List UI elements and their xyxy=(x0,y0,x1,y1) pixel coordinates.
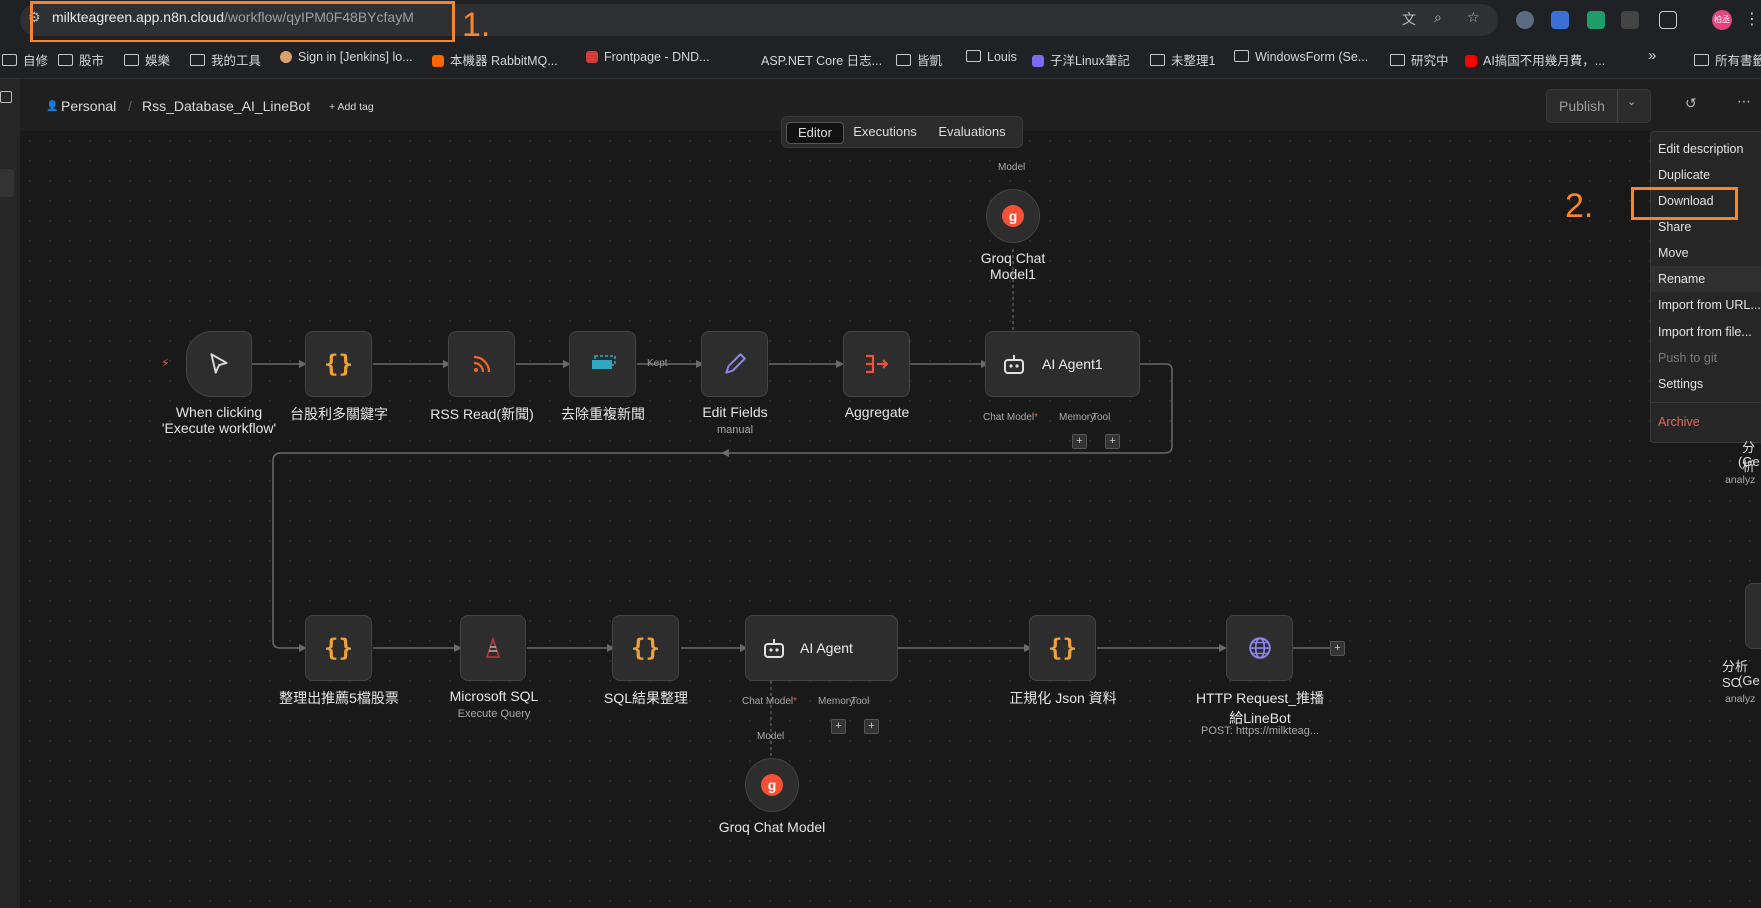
node-title: Aggregate xyxy=(844,404,910,420)
node-title: 正規化 Json 資料 xyxy=(1009,690,1117,706)
dedupe-icon xyxy=(570,332,635,396)
node-title: Microsoft SQL xyxy=(449,688,539,704)
port-label-tool: Tool xyxy=(851,696,870,707)
globe-icon xyxy=(1227,616,1292,680)
port-label-memory: Memory xyxy=(1059,412,1096,423)
partial-node[interactable] xyxy=(1745,583,1761,649)
node-groq-chat-model[interactable]: g xyxy=(745,758,799,812)
node-subtitle: Execute Query xyxy=(457,708,531,720)
node-microsoft-sql[interactable] xyxy=(460,615,526,681)
aggregate-icon xyxy=(844,332,909,396)
node-title: HTTP Request_推播 給LineBot xyxy=(1195,690,1325,726)
node-title: SQL結果整理 xyxy=(603,690,688,706)
node-http-request[interactable] xyxy=(1226,615,1293,681)
add-memory-button[interactable]: + xyxy=(1072,434,1087,449)
partial-node-title: (Ge xyxy=(1738,673,1760,688)
node-code-keywords[interactable]: {} xyxy=(305,331,372,397)
partial-node-title: (Ge xyxy=(1738,454,1760,469)
code-braces-icon: {} xyxy=(1048,634,1077,662)
code-braces-icon: {} xyxy=(631,634,660,662)
node-ai-agent1[interactable]: AI Agent1 xyxy=(985,331,1140,397)
rss-icon xyxy=(449,332,514,396)
port-label-chat-model: Chat Model* xyxy=(742,696,798,707)
database-icon xyxy=(461,616,525,680)
node-code-sql-result[interactable]: {} xyxy=(612,615,679,681)
edge-label-kept: Kept xyxy=(647,358,668,369)
pencil-icon xyxy=(702,332,767,396)
node-title: AI Agent xyxy=(800,640,853,656)
node-code-top5[interactable]: {} xyxy=(305,615,372,681)
node-title: 整理出推薦5檔股票 xyxy=(279,690,399,706)
node-title: Groq Chat Model xyxy=(718,819,826,835)
add-tool-button[interactable]: + xyxy=(864,719,879,734)
node-title: 台股利多關鍵字 xyxy=(290,406,388,422)
port-label-chat-model: Chat Model* xyxy=(983,412,1039,423)
port-label-model: Model xyxy=(757,731,785,742)
node-title: RSS Read(新聞) xyxy=(430,406,534,422)
add-tool-button[interactable]: + xyxy=(1105,434,1120,449)
node-title: When clicking 'Execute workflow' xyxy=(161,404,277,436)
robot-icon xyxy=(1002,354,1026,381)
trigger-bolt-icon: ⚡ xyxy=(161,356,170,370)
code-braces-icon: {} xyxy=(324,350,353,378)
partial-node-subtitle: analyz xyxy=(1725,474,1756,486)
node-code-normalize-json[interactable]: {} xyxy=(1029,615,1096,681)
node-title: Groq Chat Model1 xyxy=(980,250,1046,282)
port-label-memory: Memory xyxy=(818,696,855,707)
cursor-icon xyxy=(187,332,251,396)
node-title: AI Agent1 xyxy=(1042,356,1103,372)
node-rss-read[interactable] xyxy=(448,331,515,397)
code-braces-icon: {} xyxy=(324,634,353,662)
node-manual-trigger[interactable] xyxy=(186,331,252,397)
groq-icon: g xyxy=(761,774,783,796)
node-edit-fields[interactable] xyxy=(701,331,768,397)
groq-icon: g xyxy=(1002,205,1024,227)
add-memory-button[interactable]: + xyxy=(831,719,846,734)
node-ai-agent[interactable]: AI Agent xyxy=(745,615,898,681)
node-groq-chat-model1[interactable]: g xyxy=(986,189,1040,243)
port-label-tool: Tool xyxy=(1092,412,1111,423)
node-title: 去除重複新聞 xyxy=(561,406,645,422)
connections-layer xyxy=(250,249,1330,758)
node-title: Edit Fields xyxy=(702,404,768,420)
node-subtitle: manual xyxy=(716,424,754,436)
port-label-model: Model xyxy=(998,162,1026,173)
partial-node-subtitle: analyz xyxy=(1725,693,1756,705)
add-node-button[interactable]: + xyxy=(1330,641,1345,656)
robot-icon xyxy=(762,638,786,665)
node-aggregate[interactable] xyxy=(843,331,910,397)
node-remove-duplicates[interactable] xyxy=(569,331,636,397)
node-subtitle: POST: https://milkteag... xyxy=(1201,725,1319,737)
